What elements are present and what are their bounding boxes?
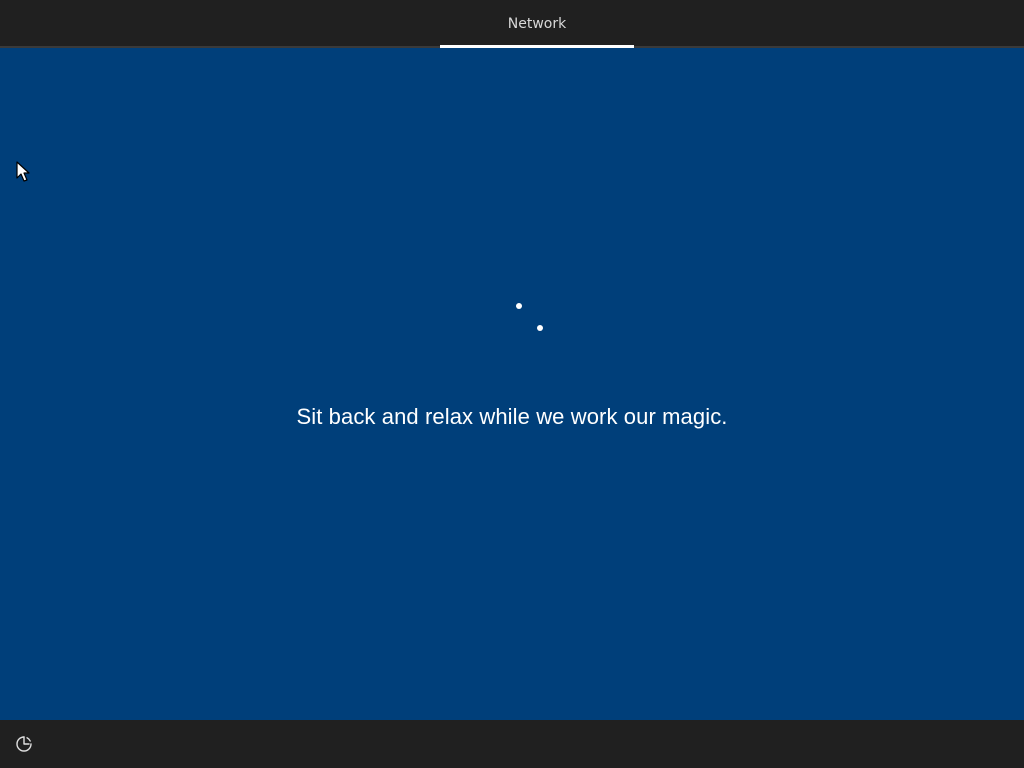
spinner-dot (537, 325, 543, 331)
main-content: Sit back and relax while we work our mag… (0, 48, 1024, 720)
ease-of-access-icon (16, 736, 32, 752)
mouse-pointer-icon (16, 161, 30, 182)
oobe-screen: Network Sit back and relax while we work… (0, 0, 1024, 768)
tab-network[interactable]: Network (440, 0, 634, 48)
ease-of-access-button[interactable] (12, 732, 36, 756)
top-bar: Network (0, 0, 1024, 48)
tab-network-label: Network (507, 16, 567, 32)
loading-spinner-icon (0, 48, 1024, 720)
bottom-bar (0, 720, 1024, 768)
spinner-dot (516, 303, 522, 309)
status-message: Sit back and relax while we work our mag… (296, 404, 728, 429)
